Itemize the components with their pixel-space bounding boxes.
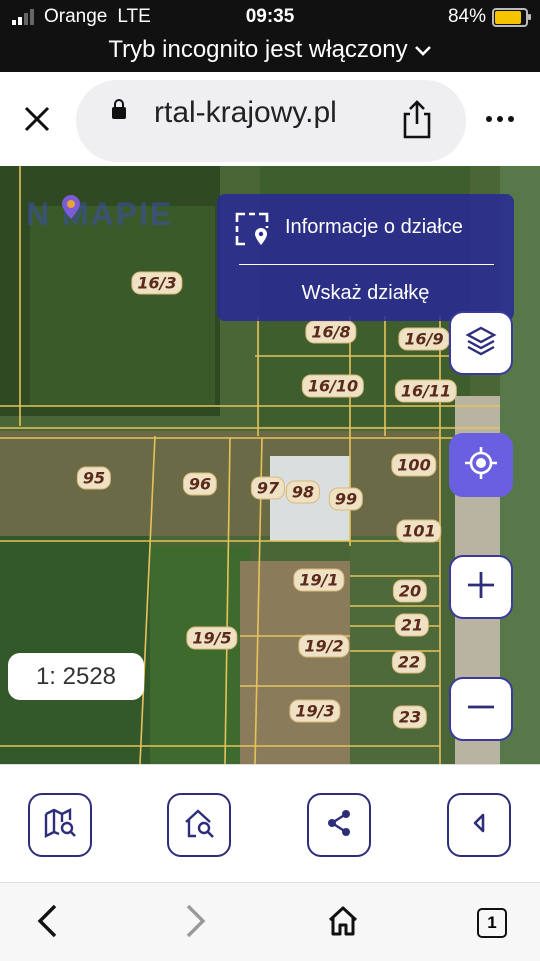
zoom-out-button[interactable] [449, 677, 513, 741]
parcel-label[interactable]: 99 [329, 488, 363, 510]
parcel-label[interactable]: 20 [393, 580, 427, 602]
parcel-label[interactable]: 100 [392, 454, 436, 476]
parcel-label[interactable]: 95 [77, 467, 111, 489]
home-button[interactable] [323, 903, 363, 943]
home-search-icon [182, 806, 216, 845]
parcel-label[interactable]: 16/8 [306, 321, 356, 343]
map-search-button[interactable] [28, 793, 92, 857]
back-button[interactable] [28, 903, 68, 943]
parcel-label[interactable]: 16/3 [132, 272, 182, 294]
point-parcel-button[interactable]: Wskaż działkę [217, 282, 514, 305]
layers-icon [464, 324, 498, 363]
share-icon[interactable] [400, 100, 434, 140]
parcel-label[interactable]: 16/9 [399, 328, 449, 350]
address-bar-area: rtal-krajowy.pl [0, 72, 540, 166]
parcel-label[interactable]: 19/2 [299, 635, 349, 657]
map-search-icon [43, 806, 77, 845]
map-view[interactable]: N MAPIE 16/3 16/8 16/9 16/10 16/11 95 96… [0, 166, 540, 764]
incognito-text: Tryb incognito jest włączony [108, 36, 408, 63]
share-map-button[interactable] [307, 793, 371, 857]
chevron-right-icon [182, 903, 208, 944]
map-scale: 1: 2528 [8, 653, 144, 700]
address-search-button[interactable] [167, 793, 231, 857]
crosshair-icon [463, 445, 499, 486]
plus-icon [466, 570, 496, 605]
parcel-info-panel: Informacje o działce Wskaż działkę [217, 194, 514, 321]
parcel-label[interactable]: 23 [393, 706, 427, 728]
location-pin-icon [58, 194, 84, 220]
parcel-label[interactable]: 97 [251, 477, 285, 499]
forward-button[interactable] [175, 903, 215, 943]
incognito-banner[interactable]: Tryb incognito jest włączony [0, 36, 540, 64]
lock-icon [112, 99, 126, 119]
caret-left-icon [469, 811, 489, 840]
parcel-label[interactable]: 22 [392, 651, 426, 673]
divider [239, 264, 494, 265]
parcel-label[interactable]: 16/11 [395, 380, 457, 402]
battery-icon [492, 7, 531, 27]
collapse-panel-button[interactable] [447, 793, 511, 857]
locate-me-button[interactable] [449, 433, 513, 497]
layers-button[interactable] [449, 311, 513, 375]
parcel-label[interactable]: 19/3 [290, 700, 340, 722]
select-area-icon [235, 212, 269, 246]
parcel-info-button[interactable]: Informacje o działce [285, 216, 463, 239]
chevron-left-icon [35, 903, 61, 944]
chevron-down-icon [414, 36, 432, 64]
browser-nav-bar: 1 [0, 882, 540, 961]
minus-icon [466, 692, 496, 727]
parcel-label[interactable]: 19/5 [187, 627, 237, 649]
share-nodes-icon [324, 808, 354, 843]
close-icon[interactable] [22, 104, 52, 134]
tabs-button[interactable]: 1 [472, 903, 512, 943]
zoom-in-button[interactable] [449, 555, 513, 619]
tab-count: 1 [477, 908, 507, 938]
more-options-icon[interactable] [486, 116, 514, 122]
map-logo: N MAPIE [26, 196, 174, 232]
url-text[interactable]: rtal-krajowy.pl [154, 96, 337, 130]
parcel-label[interactable]: 101 [397, 520, 441, 542]
parcel-label[interactable]: 96 [183, 473, 217, 495]
parcel-label[interactable]: 19/1 [294, 569, 344, 591]
battery-percent: 84% [447, 6, 486, 27]
status-bar: Orange LTE 09:35 84% Tryb incognito jest… [0, 0, 540, 72]
app-toolbar [0, 764, 540, 883]
parcel-label[interactable]: 16/10 [302, 375, 364, 397]
parcel-label[interactable]: 21 [395, 614, 429, 636]
parcel-label[interactable]: 98 [286, 481, 320, 503]
home-icon [326, 904, 360, 943]
